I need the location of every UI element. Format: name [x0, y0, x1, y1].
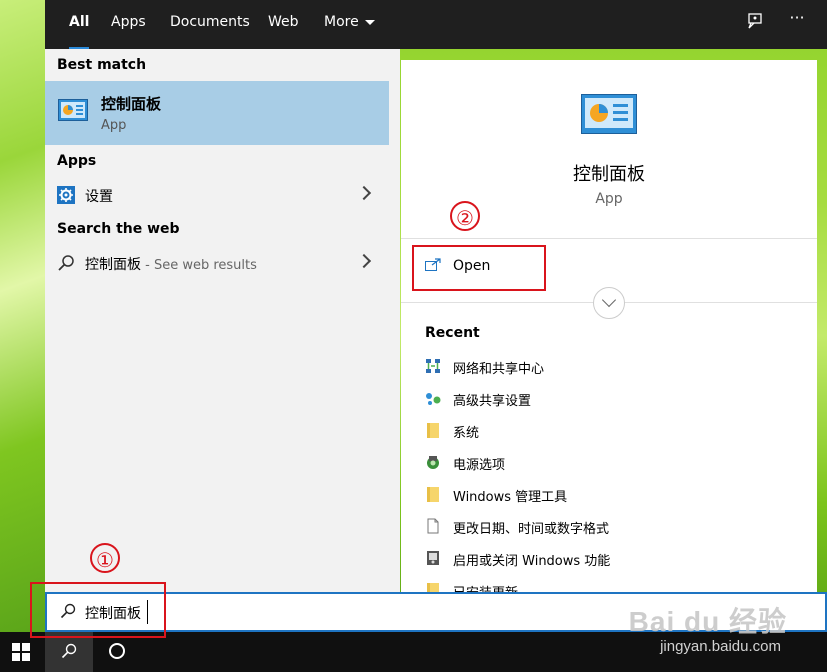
features-icon	[427, 551, 439, 565]
recent-item-label: 高级共享设置	[453, 394, 532, 409]
web-results-suffix: - See web results	[141, 258, 257, 273]
taskbar-search-button[interactable]	[45, 632, 93, 672]
sharing-icon	[426, 393, 441, 405]
preview-pane: 控制面板 App Open Recent 网络和共享中心 高级共享设置 系统 电…	[401, 60, 817, 592]
baidu-watermark: Bai du 经验	[628, 606, 787, 637]
annotation-number-one: ①	[90, 543, 120, 573]
chevron-down-icon	[364, 19, 375, 25]
preview-title: 控制面板	[573, 164, 645, 185]
tab-apps[interactable]: Apps	[111, 0, 146, 47]
recent-item-label: Windows 管理工具	[453, 490, 568, 505]
folder-icon	[427, 487, 439, 502]
chevron-down-icon	[601, 292, 617, 308]
apps-header: Apps	[57, 153, 97, 169]
recent-item[interactable]: Windows 管理工具	[425, 483, 805, 507]
recent-item[interactable]: 电源选项	[425, 451, 805, 475]
annotation-box-search	[30, 582, 166, 638]
best-match-type: App	[101, 118, 127, 133]
feedback-icon[interactable]	[743, 12, 767, 34]
recent-item[interactable]: 已安装更新	[425, 579, 805, 592]
tab-more-label: More	[324, 14, 359, 30]
recent-item-label: 电源选项	[453, 458, 506, 473]
settings-gear-icon	[57, 186, 75, 204]
search-filter-bar: All Apps Documents Web More ···	[45, 0, 827, 50]
document-icon	[427, 518, 439, 534]
tab-more[interactable]: More	[324, 0, 375, 47]
network-icon	[426, 359, 440, 373]
list-item-label: 设置	[85, 189, 113, 205]
list-item-settings[interactable]: 设置	[45, 179, 389, 211]
expand-button[interactable]	[593, 287, 625, 319]
recent-item[interactable]: 启用或关闭 Windows 功能	[425, 547, 805, 571]
recent-item[interactable]: 系统	[425, 419, 805, 443]
folder-icon	[427, 423, 439, 438]
recent-item[interactable]: 网络和共享中心	[425, 355, 805, 379]
chevron-right-icon[interactable]	[356, 253, 372, 269]
power-icon	[427, 456, 439, 469]
ellipsis-icon[interactable]: ···	[785, 8, 809, 27]
best-match-header: Best match	[57, 57, 147, 73]
recent-item[interactable]: 高级共享设置	[425, 387, 805, 411]
recent-item[interactable]: 更改日期、时间或数字格式	[425, 515, 805, 539]
search-icon	[61, 643, 77, 659]
tab-web[interactable]: Web	[268, 0, 299, 47]
control-panel-icon	[58, 99, 88, 121]
folder-icon	[427, 583, 439, 592]
best-match-item[interactable]: 控制面板 App	[45, 81, 389, 145]
recent-item-label: 网络和共享中心	[453, 362, 545, 377]
results-list: Best match 控制面板 App Apps 设置 Search the w…	[45, 49, 400, 592]
annotation-box-open	[412, 245, 546, 291]
recent-item-label: 启用或关闭 Windows 功能	[453, 554, 611, 569]
list-item-web-result[interactable]: 控制面板 - See web results	[45, 247, 389, 279]
recent-item-label: 已安装更新	[453, 582, 518, 592]
watermark-url: jingyan.baidu.com	[660, 638, 781, 655]
recent-header: Recent	[425, 325, 480, 341]
search-web-header: Search the web	[57, 221, 180, 237]
web-query-text: 控制面板	[85, 257, 141, 273]
tab-documents[interactable]: Documents	[170, 0, 250, 47]
recent-item-label: 系统	[453, 426, 480, 441]
best-match-name: 控制面板	[101, 95, 162, 113]
chevron-right-icon[interactable]	[356, 185, 372, 201]
divider	[401, 238, 817, 239]
annotation-number-two: ②	[450, 201, 480, 231]
search-icon	[58, 255, 74, 271]
cortana-icon[interactable]	[109, 643, 125, 659]
control-panel-icon	[581, 94, 637, 134]
tab-all[interactable]: All	[69, 0, 90, 50]
windows-start-icon[interactable]	[12, 643, 30, 661]
recent-item-label: 更改日期、时间或数字格式	[453, 522, 610, 537]
list-item-label: 控制面板 - See web results	[85, 254, 257, 274]
desktop-wallpaper	[0, 0, 45, 632]
